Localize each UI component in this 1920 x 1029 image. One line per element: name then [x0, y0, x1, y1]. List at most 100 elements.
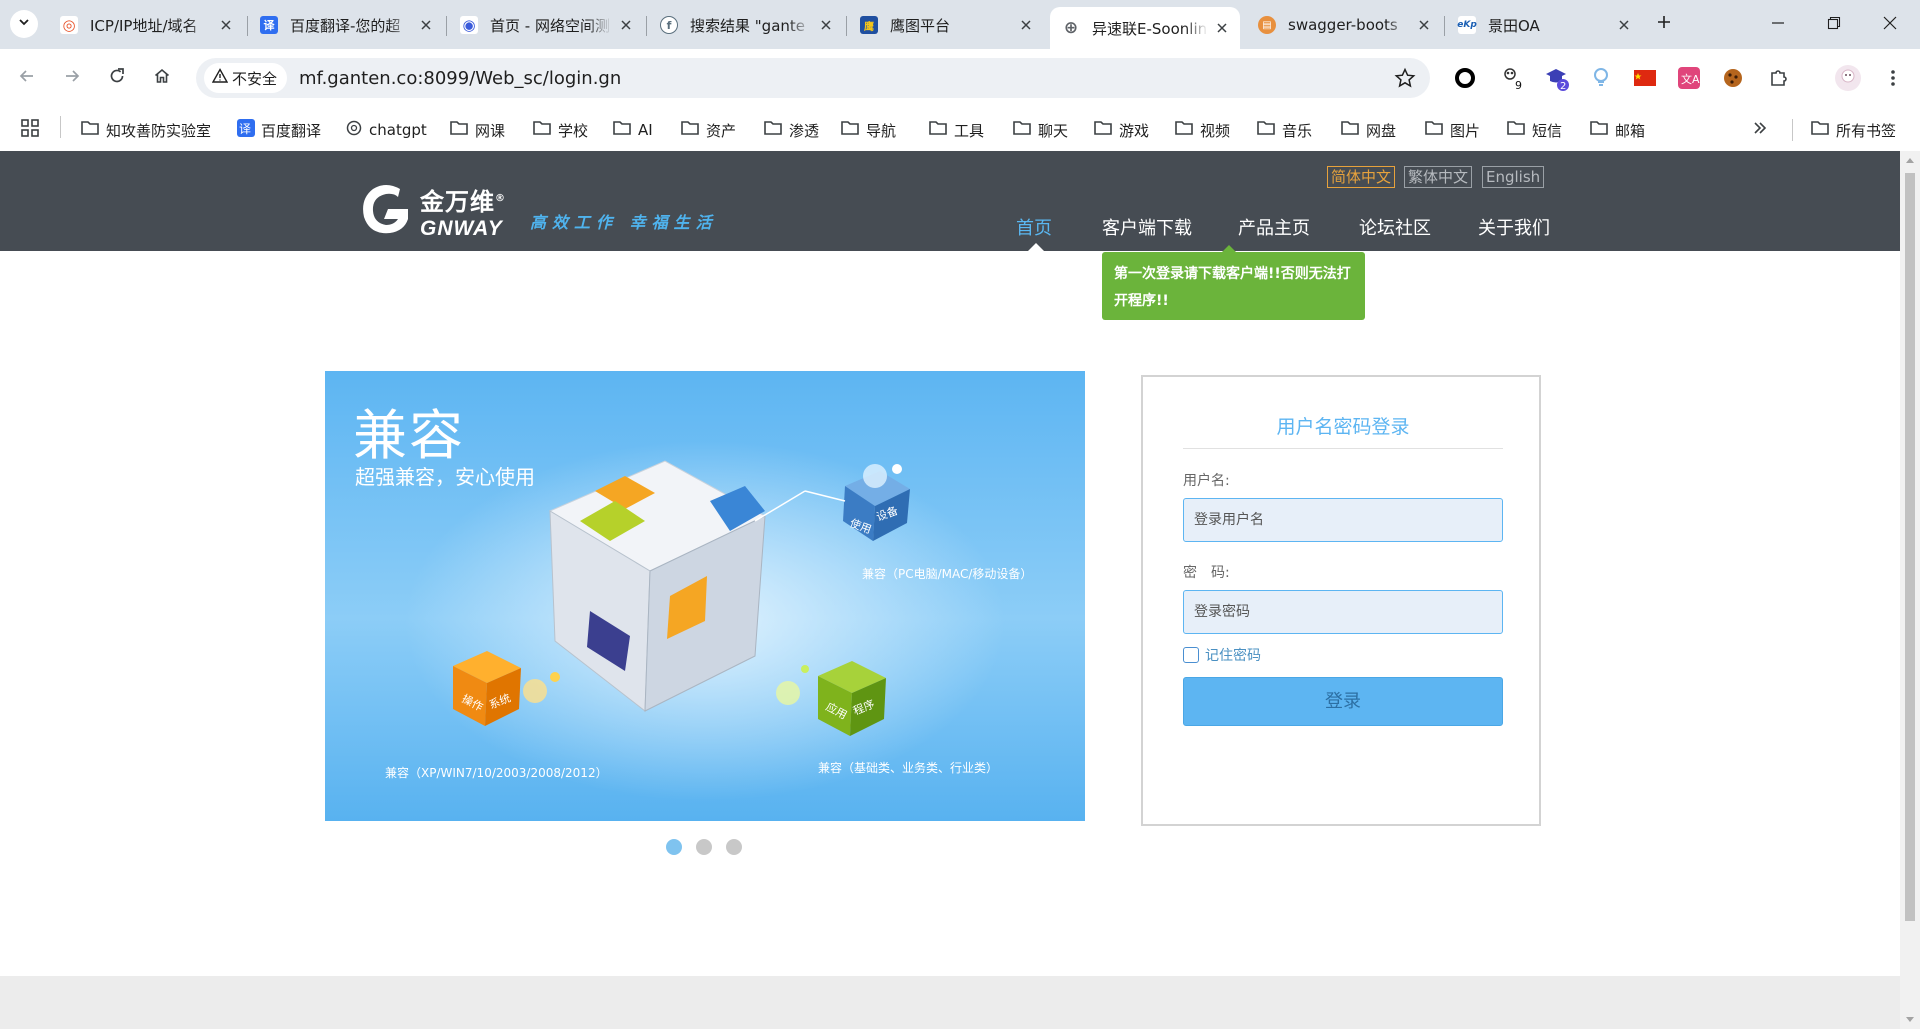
close-window-button[interactable]: [1862, 0, 1918, 49]
bookmark-item[interactable]: 短信: [1506, 117, 1562, 143]
bookmark-label: 聊天: [1038, 121, 1069, 140]
bookmark-item[interactable]: 译百度翻译: [237, 117, 321, 143]
nav-forum[interactable]: 论坛社区: [1359, 214, 1431, 240]
close-icon[interactable]: [216, 15, 236, 35]
all-bookmarks-button[interactable]: 所有书签: [1810, 117, 1896, 143]
bookmark-item[interactable]: 工具: [928, 117, 984, 143]
bookmark-item[interactable]: 聊天: [1012, 117, 1068, 143]
bookmark-star-icon[interactable]: [1394, 67, 1416, 93]
nav-about-us[interactable]: 关于我们: [1478, 214, 1550, 240]
browser-tab[interactable]: eKp 景田OA: [1446, 9, 1642, 41]
restore-button[interactable]: [1806, 0, 1862, 49]
address-bar[interactable]: 不安全 mf.ganten.co:8099/Web_sc/login.gn: [196, 58, 1430, 98]
cookie-extension-icon[interactable]: [1720, 65, 1746, 91]
scroll-thumb[interactable]: [1905, 173, 1915, 921]
banner-caption-apps: 兼容（基础类、业务类、行业类）: [818, 761, 999, 775]
carousel-dot[interactable]: [666, 839, 682, 855]
proxy-extension-icon[interactable]: 9: [1500, 65, 1526, 91]
bookmark-item[interactable]: 资产: [680, 117, 736, 143]
bookmark-item[interactable]: 邮箱: [1589, 117, 1645, 143]
scroll-up-arrow-icon[interactable]: [1900, 151, 1920, 169]
close-icon[interactable]: [1614, 15, 1634, 35]
nav-client-download[interactable]: 客户端下载: [1102, 214, 1192, 240]
carousel-dot[interactable]: [726, 839, 742, 855]
browser-tab[interactable]: 鹰 鹰图平台: [848, 9, 1044, 41]
password-input[interactable]: [1183, 590, 1503, 634]
bookmark-item[interactable]: 音乐: [1256, 117, 1312, 143]
scroll-down-arrow-icon[interactable]: [1900, 1011, 1920, 1029]
site-header: 金万维® GNWAY 高效工作 幸福生活 简体中文 繁体中文 English 首…: [0, 151, 1900, 251]
bookmark-label: 工具: [954, 121, 985, 140]
bookmark-item[interactable]: 网盘: [1340, 117, 1396, 143]
close-icon[interactable]: [416, 15, 436, 35]
apps-grid-button[interactable]: [20, 117, 40, 143]
bookmark-item[interactable]: 导航: [840, 117, 896, 143]
browser-tab-active[interactable]: ⊕ 异速联E-Soonlin: [1050, 7, 1240, 49]
nav-product-home[interactable]: 产品主页: [1238, 214, 1310, 240]
forward-button[interactable]: [55, 61, 89, 95]
bookmark-item[interactable]: 渗透: [763, 117, 819, 143]
translate-extension-icon[interactable]: 文A: [1676, 65, 1702, 91]
close-icon[interactable]: [616, 15, 636, 35]
extension-badge: 2: [1560, 81, 1566, 91]
bulb-extension-icon[interactable]: [1588, 65, 1614, 91]
profile-avatar[interactable]: [1833, 63, 1863, 93]
remember-password[interactable]: 记住密码: [1183, 645, 1261, 665]
close-icon[interactable]: [1016, 15, 1036, 35]
browser-tab[interactable]: f 搜索结果 "gante: [648, 9, 844, 41]
browser-tab[interactable]: 译 百度翻译-您的超: [248, 9, 444, 41]
browser-tab[interactable]: ◉ 首页 - 网络空间测: [448, 9, 644, 41]
browser-tab[interactable]: ◎ ICP/IP地址/域名: [48, 9, 244, 41]
bookmark-label: 短信: [1532, 121, 1563, 140]
more-bookmarks-button[interactable]: [1752, 117, 1768, 143]
china-flag-extension-icon[interactable]: [1632, 65, 1658, 91]
reload-button[interactable]: [100, 61, 134, 95]
nav-home[interactable]: 首页: [1016, 214, 1052, 240]
browser-tab[interactable]: ▤ swagger-boots: [1246, 9, 1442, 41]
page-scrollbar[interactable]: [1900, 151, 1920, 1029]
lang-traditional-chinese[interactable]: 繁体中文: [1404, 166, 1473, 188]
extension-badge: 9: [1515, 79, 1522, 91]
lang-simplified-chinese[interactable]: 简体中文: [1327, 166, 1396, 188]
tab-title: 搜索结果 "gante: [690, 16, 805, 35]
graduation-cap-extension-icon[interactable]: 2: [1544, 65, 1570, 91]
lang-english[interactable]: English: [1482, 166, 1545, 188]
login-panel: 用户名密码登录 用户名: 密 码: 记住密码 登录: [1141, 375, 1541, 826]
login-button[interactable]: 登录: [1183, 677, 1503, 726]
apps-grid-icon: [20, 118, 40, 142]
bookmark-label: 图片: [1450, 121, 1481, 140]
bookmark-item[interactable]: 知攻善防实验室: [80, 117, 211, 143]
tab-search-button[interactable]: [10, 10, 38, 38]
site-logo[interactable]: 金万维® GNWAY 高效工作 幸福生活: [356, 179, 718, 243]
username-input[interactable]: [1183, 498, 1503, 542]
puzzle-extensions-icon[interactable]: [1766, 65, 1792, 91]
bookmark-item[interactable]: 网课: [449, 117, 505, 143]
bookmark-label: 网盘: [1366, 121, 1397, 140]
bookmark-item[interactable]: 游戏: [1093, 117, 1149, 143]
bookmark-item[interactable]: AI: [612, 117, 653, 143]
close-icon[interactable]: [1212, 18, 1232, 38]
minimize-button[interactable]: [1750, 0, 1806, 49]
url-text[interactable]: mf.ganten.co:8099/Web_sc/login.gn: [299, 68, 621, 89]
close-icon[interactable]: [1414, 15, 1434, 35]
carousel-dot[interactable]: [696, 839, 712, 855]
remember-checkbox[interactable]: [1183, 647, 1199, 663]
hero-banner[interactable]: 使用 设备 操作 系统 应用 程序 兼容 超强兼容，安心使用 兼容（PC电脑/M…: [325, 371, 1085, 821]
bookmark-item[interactable]: 学校: [532, 117, 588, 143]
security-chip[interactable]: 不安全: [204, 63, 288, 93]
bookmark-label: chatgpt: [369, 121, 427, 139]
eye-favicon-icon: ◉: [460, 16, 478, 34]
close-icon: [1883, 16, 1897, 34]
kebab-menu-icon[interactable]: [1880, 65, 1906, 91]
bookmark-item[interactable]: 图片: [1424, 117, 1480, 143]
arrow-right-icon: [63, 67, 81, 89]
restore-icon: [1827, 16, 1841, 34]
bookmark-item[interactable]: 视频: [1174, 117, 1230, 143]
home-icon: [153, 67, 171, 89]
new-tab-button[interactable]: [1651, 11, 1677, 37]
close-icon[interactable]: [816, 15, 836, 35]
back-button[interactable]: [10, 61, 44, 95]
home-button[interactable]: [145, 61, 179, 95]
bookmark-item[interactable]: chatgpt: [345, 117, 427, 143]
ring-extension-icon[interactable]: [1452, 65, 1478, 91]
